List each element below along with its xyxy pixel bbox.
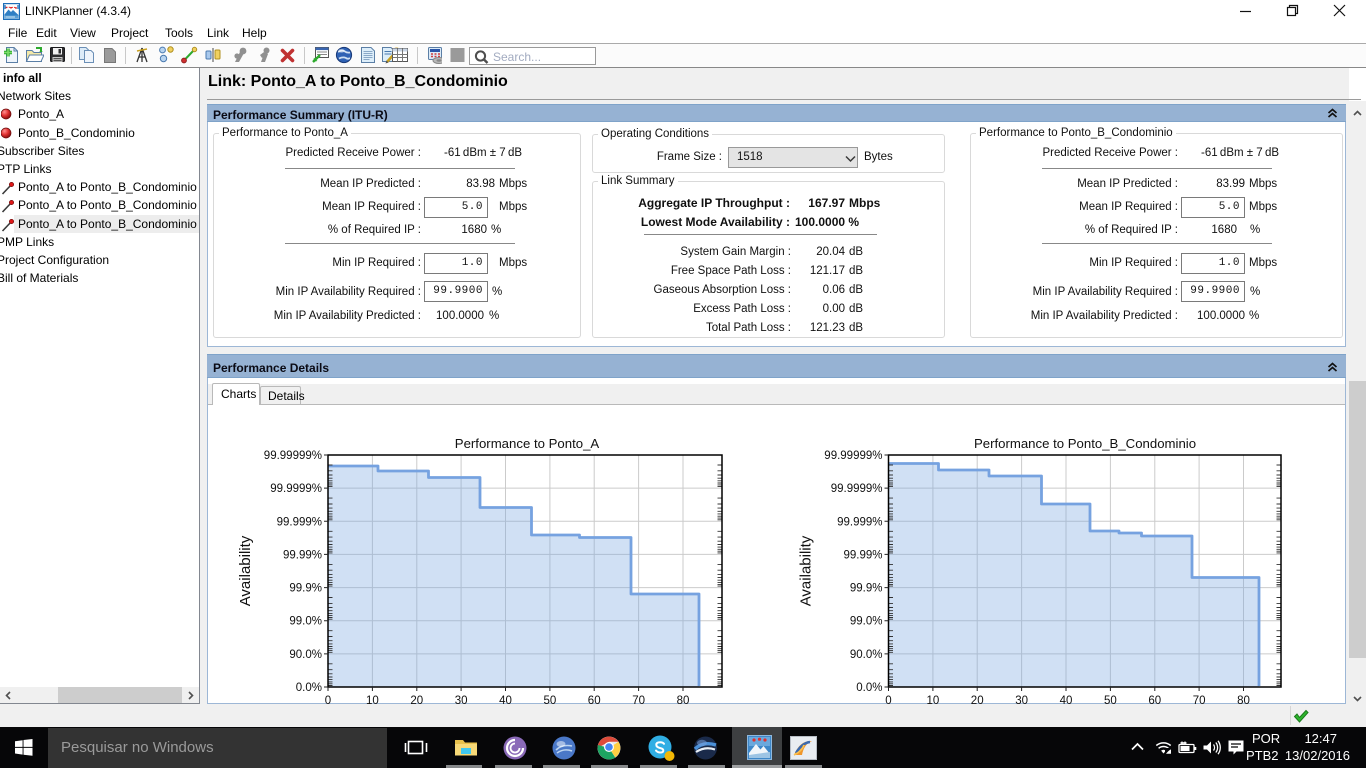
svg-text:99.99999%: 99.99999% bbox=[264, 450, 322, 462]
svg-text:20: 20 bbox=[410, 695, 423, 704]
svg-text:30: 30 bbox=[1015, 695, 1028, 704]
svg-text:99.99999%: 99.99999% bbox=[824, 450, 882, 462]
svg-text:90.0%: 90.0% bbox=[850, 649, 883, 661]
svg-text:Performance to Ponto_A: Performance to Ponto_A bbox=[455, 436, 600, 451]
svg-text:60: 60 bbox=[1148, 695, 1161, 704]
svg-text:20: 20 bbox=[971, 695, 984, 704]
svg-text:99.999%: 99.999% bbox=[277, 516, 322, 528]
svg-text:30: 30 bbox=[455, 695, 468, 704]
svg-text:99.9999%: 99.9999% bbox=[270, 483, 322, 495]
svg-text:10: 10 bbox=[927, 695, 940, 704]
svg-text:80: 80 bbox=[1237, 695, 1250, 704]
svg-text:99.99%: 99.99% bbox=[283, 549, 322, 561]
svg-text:50: 50 bbox=[544, 695, 557, 704]
svg-text:70: 70 bbox=[632, 695, 645, 704]
svg-text:10: 10 bbox=[366, 695, 379, 704]
svg-text:60: 60 bbox=[588, 695, 601, 704]
svg-text:90.0%: 90.0% bbox=[289, 649, 322, 661]
svg-text:0: 0 bbox=[885, 695, 891, 704]
svg-text:99.9%: 99.9% bbox=[850, 583, 883, 595]
svg-text:Availability: Availability bbox=[798, 535, 815, 606]
svg-text:99.999%: 99.999% bbox=[837, 516, 882, 528]
svg-text:99.99%: 99.99% bbox=[843, 549, 882, 561]
svg-text:Performance to Ponto_B_Condomi: Performance to Ponto_B_Condominio bbox=[974, 436, 1196, 451]
svg-text:99.9%: 99.9% bbox=[289, 583, 322, 595]
svg-text:0.0%: 0.0% bbox=[296, 682, 322, 694]
svg-text:0.0%: 0.0% bbox=[856, 682, 882, 694]
svg-text:40: 40 bbox=[499, 695, 512, 704]
svg-text:99.0%: 99.0% bbox=[850, 616, 883, 628]
svg-text:99.0%: 99.0% bbox=[289, 616, 322, 628]
svg-text:0: 0 bbox=[325, 695, 331, 704]
svg-text:50: 50 bbox=[1104, 695, 1117, 704]
svg-text:Availability: Availability bbox=[237, 535, 254, 606]
svg-text:40: 40 bbox=[1060, 695, 1073, 704]
svg-text:99.9999%: 99.9999% bbox=[831, 483, 883, 495]
svg-text:80: 80 bbox=[677, 695, 690, 704]
svg-text:70: 70 bbox=[1193, 695, 1206, 704]
